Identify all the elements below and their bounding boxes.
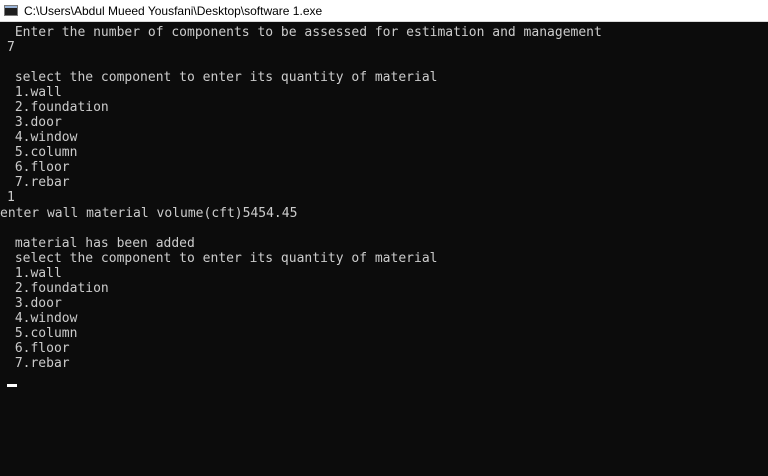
- console-line: 4.window: [7, 311, 78, 326]
- title-bar[interactable]: C:\Users\Abdul Mueed Yousfani\Desktop\so…: [0, 0, 768, 22]
- console-line: 1.wall: [7, 266, 62, 281]
- console-line: 7.rebar: [7, 175, 70, 190]
- console-app-icon: [4, 5, 18, 16]
- console-line: 7: [7, 40, 15, 55]
- console-output[interactable]: Enter the number of components to be ass…: [0, 22, 768, 476]
- console-line: Enter the number of components to be ass…: [7, 25, 602, 40]
- console-line: 7.rebar: [7, 356, 70, 371]
- console-line: 5.column: [7, 326, 78, 341]
- window-title: C:\Users\Abdul Mueed Yousfani\Desktop\so…: [24, 3, 323, 18]
- console-line: select the component to enter its quanti…: [7, 70, 438, 85]
- console-line: material has been added: [7, 236, 195, 251]
- console-line: select the component to enter its quanti…: [7, 251, 438, 266]
- console-line: 2.foundation: [7, 281, 109, 296]
- console-line: 6.floor: [7, 160, 70, 175]
- console-line: 4.window: [7, 130, 78, 145]
- console-line: 5.column: [7, 145, 78, 160]
- console-line: 6.floor: [7, 341, 70, 356]
- console-line: 1: [7, 190, 15, 205]
- console-line: 3.door: [7, 115, 62, 130]
- console-line: enter wall material volume(cft)5454.45: [0, 206, 298, 221]
- console-line: 3.door: [7, 296, 62, 311]
- console-line: 2.foundation: [7, 100, 109, 115]
- text-cursor: [7, 384, 17, 387]
- console-line: 1.wall: [7, 85, 62, 100]
